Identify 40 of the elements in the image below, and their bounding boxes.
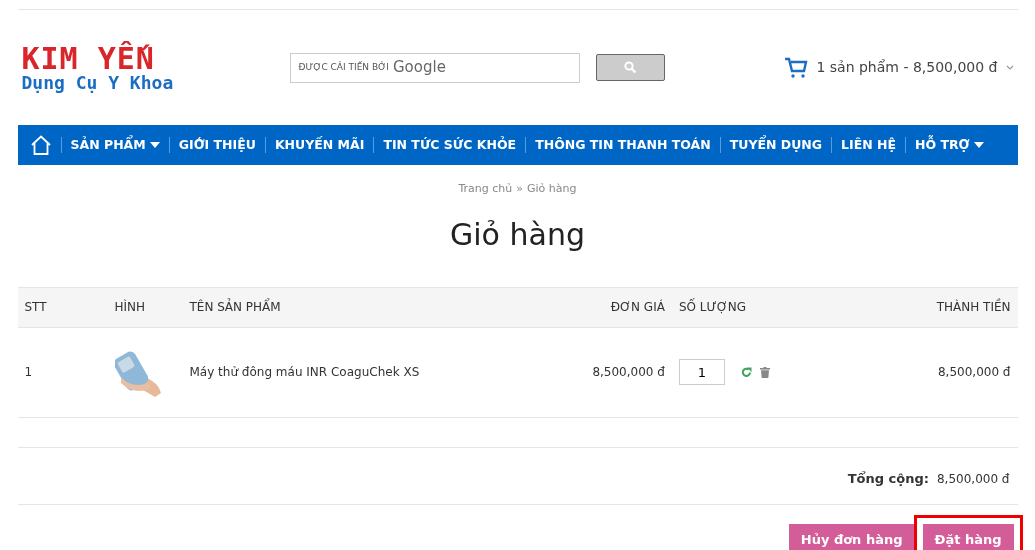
total-label: Tổng cộng: — [847, 469, 929, 488]
nav-link[interactable]: HỖ TRỢ — [915, 135, 984, 155]
search-field[interactable]: ĐƯỢC CẢI TIẾN BỞI Google — [289, 52, 580, 83]
breadcrumb-separator: » — [516, 182, 524, 195]
cart-icon[interactable] — [784, 56, 809, 79]
refresh-icon[interactable] — [740, 366, 752, 378]
logo-subtitle: Dụng Cụ Y Khoa — [21, 73, 175, 92]
column-header: STT — [17, 287, 108, 327]
search-icon — [623, 61, 637, 74]
column-header: TÊN SẢN PHẨM — [182, 287, 544, 327]
nav-link[interactable]: LIÊN HỆ — [841, 135, 897, 155]
column-header: HÌNH — [107, 287, 183, 327]
nav-link[interactable]: TUYỂN DỤNG — [729, 135, 823, 155]
nav-link[interactable]: THÔNG TIN THANH TOÁN — [535, 135, 711, 155]
table-cell: 8,500,000 đ — [543, 327, 672, 418]
column-header: THÀNH TIỀN — [827, 287, 1018, 327]
cart-summary[interactable]: 1 sản phẩm - 8,500,000 đ — [816, 57, 998, 78]
column-header: ĐƠN GIÁ — [543, 287, 672, 327]
chevron-icon[interactable] — [1005, 64, 1014, 71]
table-cell: 1 — [17, 327, 108, 418]
nav-link[interactable]: KHUYẾN MÃI — [274, 135, 365, 155]
nav-link[interactable]: GIỚI THIỆU — [178, 135, 256, 155]
nav-link[interactable]: TIN TỨC SỨC KHỎE — [383, 135, 517, 155]
nav-link[interactable]: SẢN PHẨM — [70, 135, 160, 155]
total-value: 8,500,000 đ — [937, 470, 1010, 488]
breadcrumb-item: Giỏ hàng — [527, 182, 577, 195]
table-cell: Máy thử đông máu INR CoaguChek XS — [182, 327, 544, 418]
logo-title: KIM YẾN — [21, 43, 155, 74]
page-title: Giỏ hàng — [449, 215, 586, 254]
trash-icon[interactable] — [759, 366, 770, 378]
caret-icon — [973, 142, 984, 148]
order-button[interactable]: Đặt hàng — [922, 524, 1014, 550]
cancel-order-button[interactable]: Hủy đơn hàng — [788, 524, 915, 550]
quantity-field[interactable]: 1 — [678, 359, 725, 385]
breadcrumb-item[interactable]: Trang chủ — [458, 182, 513, 195]
home-icon[interactable] — [29, 135, 52, 155]
table-cell: 8,500,000 đ — [827, 327, 1018, 418]
search-button[interactable] — [595, 54, 665, 81]
caret-icon — [149, 142, 160, 148]
column-header: SỐ LƯỢNG — [671, 287, 828, 327]
